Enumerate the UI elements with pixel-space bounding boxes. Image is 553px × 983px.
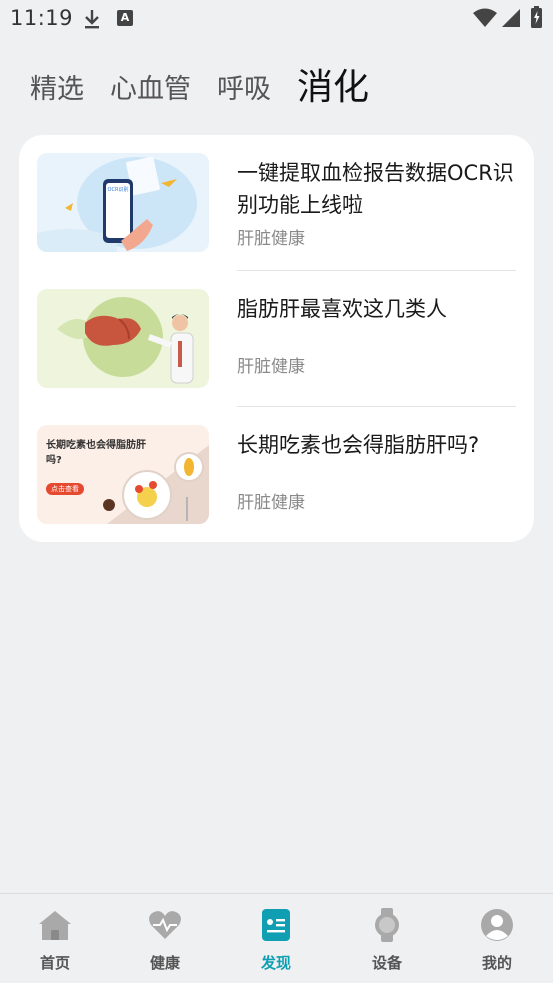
watch-icon <box>375 908 399 942</box>
article-source: 肝脏健康 <box>237 493 305 513</box>
tab-cardiovascular[interactable]: 心血管 <box>110 70 191 110</box>
article-source: 肝脏健康 <box>237 357 305 377</box>
article-item-vegetarian[interactable]: 长期吃素也会得脂肪肝吗? 点击查看 长期吃素也会得脂肪肝吗? 肝脏健康 <box>19 407 534 543</box>
status-bar: 11:19 A <box>0 0 553 40</box>
thumbnail-headline: 长期吃素也会得脂肪肝吗? <box>46 440 146 466</box>
heart-pulse-icon <box>149 911 181 939</box>
article-list-card: OCR识别 一键提取血检报告数据OCR识别功能上线啦 肝脏健康 脂肪肝最喜欢这几… <box>19 135 534 542</box>
article-source: 肝脏健康 <box>237 229 305 249</box>
article-item-ocr[interactable]: OCR识别 一键提取血检报告数据OCR识别功能上线啦 肝脏健康 <box>19 135 534 271</box>
signal-icon <box>502 9 520 27</box>
phone-ocr-illustration: OCR识别 <box>37 153 209 252</box>
article-item-fatty-liver[interactable]: 脂肪肝最喜欢这几类人 肝脏健康 <box>19 271 534 407</box>
discover-icon <box>262 909 290 941</box>
bottom-navigation: 首页 健康 发现 设备 我的 <box>0 893 553 983</box>
status-time: 11:19 <box>10 6 74 30</box>
app-a-icon: A <box>117 10 133 26</box>
home-icon <box>39 911 71 940</box>
nav-home[interactable]: 首页 <box>0 894 110 983</box>
discover-screen: 11:19 A 精选 心血管 呼吸 消化 OCR识别 一键提取血检报告数据OCR… <box>0 0 553 983</box>
article-title: 长期吃素也会得脂肪肝吗? <box>237 433 480 457</box>
article-thumbnail <box>37 289 209 388</box>
nav-profile[interactable]: 我的 <box>442 894 552 983</box>
article-title: 一键提取血检报告数据OCR识别功能上线啦 <box>237 161 514 217</box>
nav-label: 我的 <box>481 954 512 972</box>
article-thumbnail: 长期吃素也会得脂肪肝吗? 点击查看 <box>37 425 209 524</box>
liver-doctor-illustration <box>37 289 209 388</box>
nav-label: 健康 <box>149 954 180 972</box>
nav-label: 设备 <box>371 954 402 972</box>
wifi-icon <box>473 8 497 27</box>
tab-featured[interactable]: 精选 <box>30 70 84 110</box>
thumbnail-button: 点击查看 <box>46 483 84 495</box>
article-thumbnail: OCR识别 <box>37 153 209 252</box>
battery-icon <box>531 6 542 28</box>
nav-discover[interactable]: 发现 <box>221 894 331 983</box>
tab-digestive[interactable]: 消化 <box>297 66 369 110</box>
download-icon <box>85 10 99 29</box>
tab-respiratory[interactable]: 呼吸 <box>217 70 271 110</box>
category-tabs: 精选 心血管 呼吸 消化 <box>30 60 395 110</box>
nav-health[interactable]: 健康 <box>110 894 220 983</box>
svg-text:OCR识别: OCR识别 <box>108 186 129 193</box>
article-title: 脂肪肝最喜欢这几类人 <box>237 297 447 321</box>
nav-label: 首页 <box>39 954 70 972</box>
profile-icon <box>481 909 513 941</box>
nav-device[interactable]: 设备 <box>332 894 442 983</box>
nav-label: 发现 <box>260 954 291 972</box>
